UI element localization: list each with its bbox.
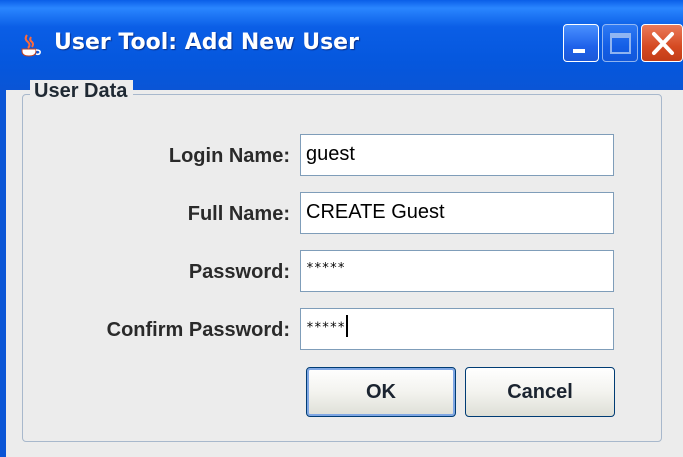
confirm-password-label: Confirm Password: xyxy=(106,319,290,341)
cancel-button[interactable]: Cancel xyxy=(465,367,615,417)
password-label: Password: xyxy=(188,261,290,283)
password-field[interactable]: ***** xyxy=(300,250,614,292)
cancel-button-label: Cancel xyxy=(507,381,573,403)
password-value: ***** xyxy=(306,261,346,276)
minimize-button[interactable] xyxy=(563,24,599,62)
dialog-window: User Tool: Add New User User Data Login … xyxy=(0,0,683,457)
login-name-label: Login Name: xyxy=(168,145,290,167)
full-name-field[interactable]: CREATE Guest xyxy=(300,192,614,234)
ok-button-label: OK xyxy=(366,381,396,403)
maximize-icon xyxy=(610,33,631,54)
minimize-icon xyxy=(573,49,585,53)
text-caret xyxy=(346,315,349,337)
close-icon xyxy=(652,32,674,55)
full-name-value: CREATE Guest xyxy=(306,201,445,223)
title-bar[interactable]: User Tool: Add New User xyxy=(0,0,683,90)
ok-button[interactable]: OK xyxy=(306,367,456,417)
confirm-password-value: ***** xyxy=(306,320,346,336)
confirm-password-field[interactable]: ***** xyxy=(300,308,614,350)
login-name-value: guest xyxy=(306,143,355,165)
window-title: User Tool: Add New User xyxy=(54,30,359,55)
group-title: User Data xyxy=(30,80,134,103)
maximize-button[interactable] xyxy=(602,24,638,62)
java-coffee-cup-icon xyxy=(16,31,44,59)
full-name-label: Full Name: xyxy=(187,203,290,225)
close-button[interactable] xyxy=(641,24,683,62)
login-name-field[interactable]: guest xyxy=(300,134,614,176)
